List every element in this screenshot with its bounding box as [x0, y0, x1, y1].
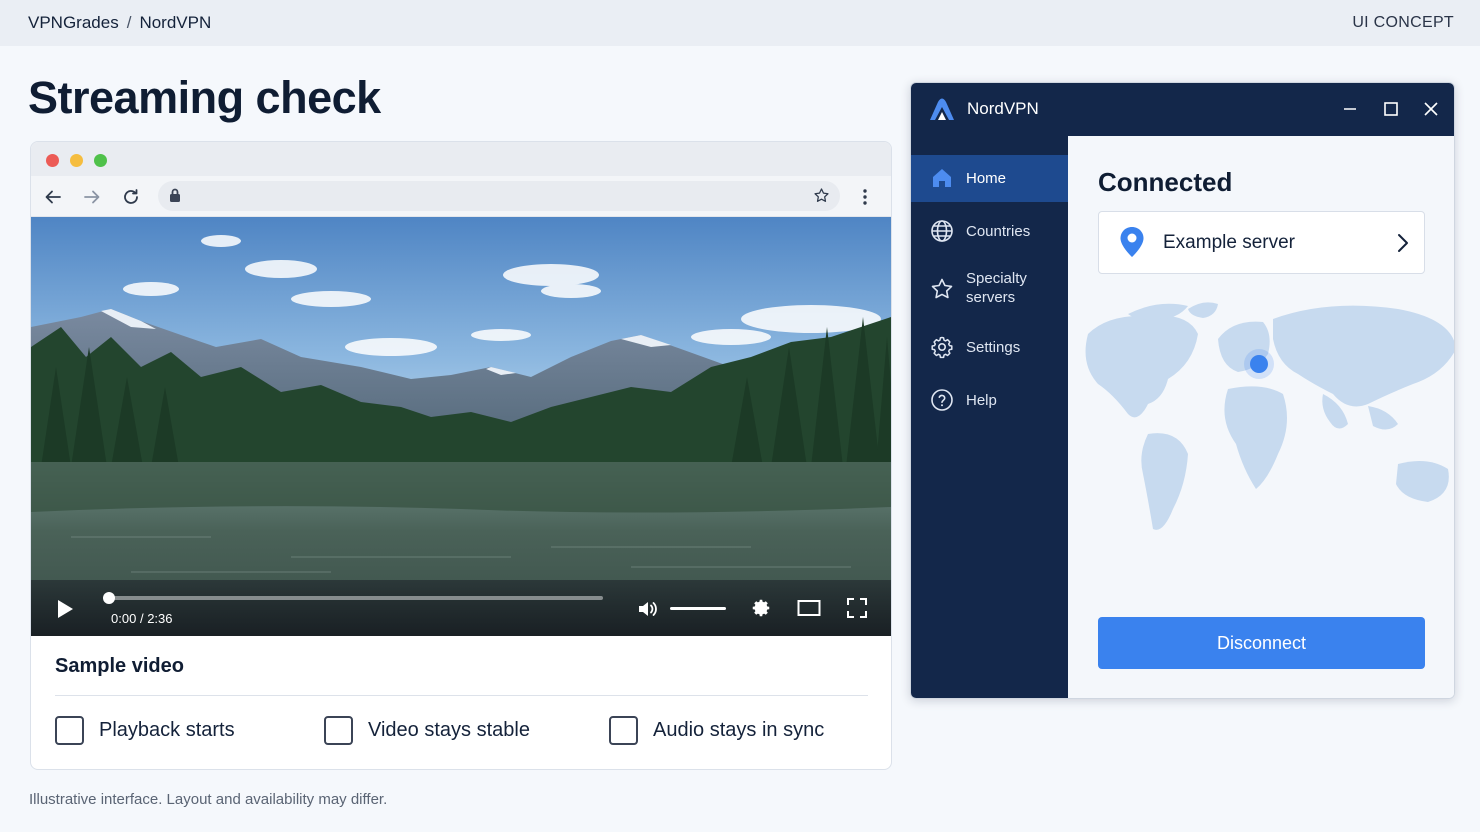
server-name: Example server — [1163, 232, 1295, 253]
nordvpn-logo-icon — [928, 96, 956, 127]
progress-bar[interactable] — [103, 592, 603, 604]
globe-icon — [929, 218, 955, 244]
volume-icon[interactable] — [636, 597, 660, 621]
connected-location-marker[interactable] — [1250, 355, 1268, 373]
forward-arrow-icon[interactable] — [79, 184, 105, 210]
checkbox[interactable] — [324, 716, 353, 745]
browser-titlebar — [31, 142, 891, 176]
time-separator: / — [139, 611, 144, 626]
close-traffic-light[interactable] — [46, 154, 59, 167]
duration: 2:36 — [147, 611, 173, 626]
video-player[interactable]: 0:00 / 2:36 — [31, 217, 891, 636]
breadcrumb-item-vpngrades[interactable]: VPNGrades — [28, 13, 119, 32]
browser-toolbar — [31, 176, 891, 217]
gear-icon — [929, 334, 955, 360]
checkbox[interactable] — [609, 716, 638, 745]
sidebar-item-label: Specialty servers — [966, 270, 1027, 306]
top-bar: VPNGrades / NordVPN UI CONCEPT — [0, 0, 1480, 46]
checklist-item-playback[interactable]: Playback starts — [55, 716, 235, 745]
back-arrow-icon[interactable] — [40, 184, 66, 210]
close-icon[interactable] — [1420, 98, 1442, 120]
checklist-item-video-stable[interactable]: Video stays stable — [324, 716, 530, 745]
playback-time: 0:00 / 2:36 — [111, 611, 173, 626]
play-icon[interactable] — [53, 597, 77, 621]
sidebar-item-specialty-servers[interactable]: Specialty servers — [911, 261, 1068, 317]
vpn-titlebar: NordVPN — [911, 83, 1454, 136]
more-vertical-icon[interactable] — [852, 184, 878, 210]
location-pin-icon — [1119, 226, 1145, 263]
chevron-right-icon — [1396, 232, 1410, 259]
minimize-traffic-light[interactable] — [70, 154, 83, 167]
zoom-traffic-light[interactable] — [94, 154, 107, 167]
sidebar-item-countries[interactable]: Countries — [911, 208, 1068, 255]
minimize-icon[interactable] — [1339, 98, 1361, 120]
connection-status: Connected — [1098, 167, 1233, 197]
footnote: Illustrative interface. Layout and avail… — [29, 791, 388, 808]
disconnect-button[interactable]: Disconnect — [1098, 617, 1425, 669]
settings-gear-icon[interactable] — [749, 596, 773, 620]
theater-mode-icon[interactable] — [796, 596, 822, 620]
checkbox[interactable] — [55, 716, 84, 745]
sidebar-item-label: Countries — [966, 223, 1031, 240]
video-controls: 0:00 / 2:36 — [31, 580, 891, 636]
progress-scrubber[interactable] — [103, 592, 115, 604]
vpn-sidebar: Home Countries Specialty servers Setting… — [911, 136, 1068, 698]
browser-window: 0:00 / 2:36 Sample video Playback starts — [30, 141, 892, 770]
sample-video-title: Sample video — [55, 655, 184, 677]
sidebar-item-label: Settings — [966, 339, 1021, 356]
breadcrumb: VPNGrades / NordVPN — [28, 13, 211, 33]
world-map[interactable] — [1068, 294, 1455, 554]
lock-icon — [168, 187, 182, 208]
ui-concept-label: UI CONCEPT — [1352, 14, 1454, 31]
checklist-label: Video stays stable — [368, 719, 530, 741]
fullscreen-icon[interactable] — [845, 596, 869, 620]
home-icon — [929, 165, 955, 191]
video-frame-landscape — [31, 217, 891, 636]
checklist-item-audio-sync[interactable]: Audio stays in sync — [609, 716, 824, 745]
bookmark-star-icon[interactable] — [813, 187, 830, 209]
divider — [55, 695, 868, 696]
address-bar[interactable] — [158, 181, 840, 211]
checklist-label: Playback starts — [99, 719, 235, 741]
breadcrumb-item-nordvpn[interactable]: NordVPN — [139, 13, 211, 32]
sidebar-item-label: Home — [966, 170, 1007, 187]
help-icon — [929, 387, 955, 413]
breadcrumb-separator: / — [126, 13, 132, 32]
nordvpn-window: NordVPN Home Countries Specialty servers… — [910, 82, 1455, 699]
sidebar-item-home[interactable]: Home — [911, 155, 1068, 202]
volume-slider[interactable] — [670, 607, 726, 610]
server-selector[interactable]: Example server — [1098, 211, 1425, 274]
current-time: 0:00 — [111, 611, 137, 626]
sidebar-item-label: Help — [966, 392, 997, 409]
vpn-app-title: NordVPN — [967, 99, 1039, 118]
sidebar-item-settings[interactable]: Settings — [911, 324, 1068, 371]
page-title: Streaming check — [28, 72, 381, 123]
vpn-main-panel: Connected Example server Disconnect — [1068, 136, 1455, 698]
reload-icon[interactable] — [118, 184, 144, 210]
maximize-icon[interactable] — [1380, 98, 1402, 120]
checklist-label: Audio stays in sync — [653, 719, 825, 741]
sidebar-item-help[interactable]: Help — [911, 377, 1068, 424]
star-icon — [929, 276, 955, 302]
